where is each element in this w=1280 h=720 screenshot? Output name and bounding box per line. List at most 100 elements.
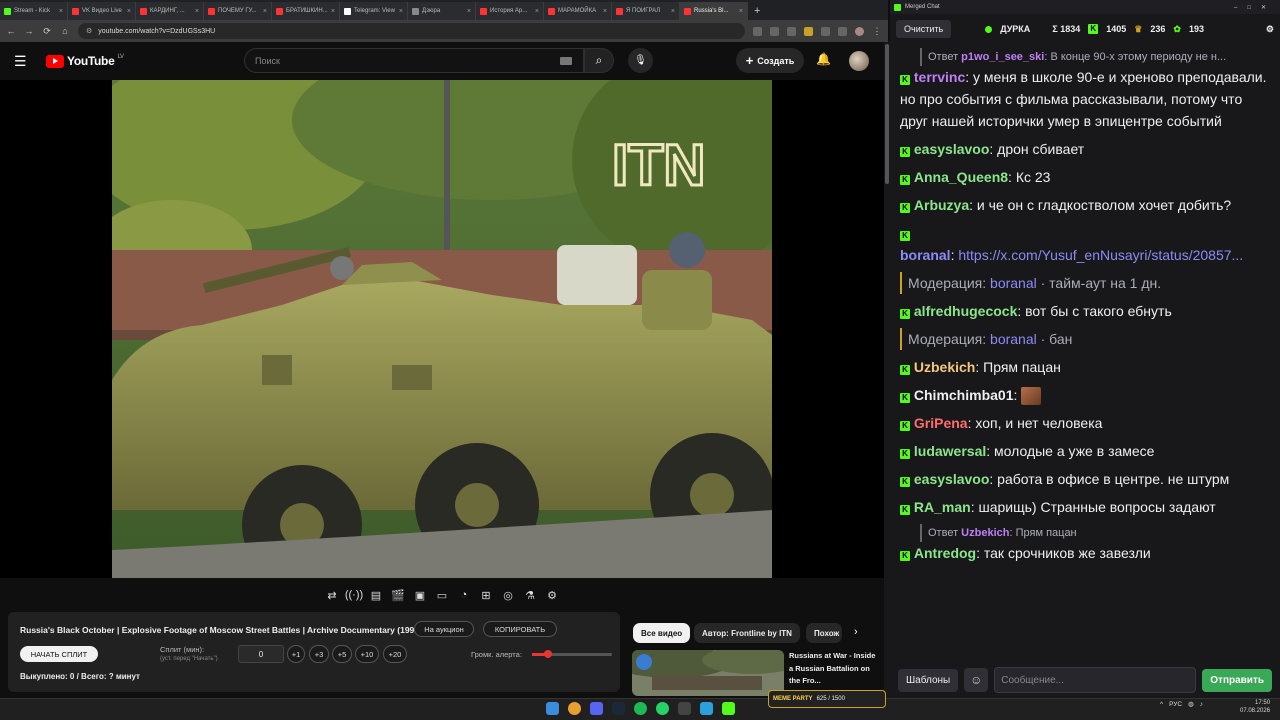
voice-search-button[interactable]: 🎙 [628, 48, 653, 73]
spotify-icon[interactable] [634, 702, 647, 715]
close-tab-icon[interactable]: × [263, 8, 267, 15]
chevron-right-icon[interactable]: › [854, 626, 858, 638]
clapper-icon[interactable]: 🎬 [390, 587, 406, 603]
chat-username[interactable]: GriPena [914, 415, 968, 431]
browser-tab[interactable]: БРАТИШКИН... × [272, 2, 340, 20]
loop-icon[interactable]: ⇄ [324, 587, 340, 603]
extension-icon[interactable] [804, 26, 813, 36]
telegram-icon[interactable] [700, 702, 713, 715]
chat-username[interactable]: ludawersal [914, 443, 986, 459]
meme-party-widget[interactable]: MEME PARTY 625 / 1500 [768, 690, 886, 708]
hamburger-menu-icon[interactable]: ☰ [14, 53, 32, 70]
language-indicator[interactable]: РУС [1169, 701, 1182, 708]
keyboard-icon[interactable] [560, 57, 572, 65]
emoji-icon[interactable]: ☺ [964, 668, 989, 692]
browser-tab[interactable]: Дзюра × [408, 2, 476, 20]
close-tab-icon[interactable]: × [59, 8, 63, 15]
pip-icon[interactable]: ▣ [412, 587, 428, 603]
browser-tab[interactable]: История Ар... × [476, 2, 544, 20]
broadcast-icon[interactable]: ((·)) [345, 587, 363, 603]
close-tab-icon[interactable]: × [671, 8, 675, 15]
chat-username[interactable]: Chimchimba01 [914, 387, 1014, 403]
chip-similar[interactable]: Похож [806, 623, 842, 643]
split-minutes-input[interactable]: 0 [238, 645, 284, 663]
profile-icon[interactable] [855, 26, 864, 36]
close-tab-icon[interactable]: × [467, 8, 471, 15]
chrome-icon[interactable] [568, 702, 581, 715]
subtitles-icon[interactable]: ▤ [368, 587, 384, 603]
kick-app-icon[interactable] [722, 702, 735, 715]
zoom-icon[interactable] [753, 26, 762, 36]
chat-username[interactable]: alfredhugecock [914, 303, 1017, 319]
increment-button-10[interactable]: +10 [355, 645, 379, 663]
close-tab-icon[interactable]: × [195, 8, 199, 15]
whatsapp-icon[interactable] [656, 702, 669, 715]
obs-icon[interactable] [678, 702, 691, 715]
close-tab-icon[interactable]: × [739, 8, 743, 15]
chat-username[interactable]: easyslavoo [914, 141, 990, 157]
discord-icon[interactable] [590, 702, 603, 715]
chat-username[interactable]: Uzbekich [914, 359, 975, 375]
clear-chat-button[interactable]: Очистить [896, 20, 952, 38]
copy-button[interactable]: КОПИРОВАТЬ [483, 621, 557, 637]
chat-username[interactable]: Antredog [914, 545, 976, 561]
browser-tab[interactable]: ПОЧЕМУ ГУ... × [204, 2, 272, 20]
scrollbar-thumb[interactable] [885, 44, 889, 184]
lab-icon[interactable]: ⚗ [522, 587, 538, 603]
window-controls[interactable]: –□✕ [1234, 4, 1276, 11]
download-icon[interactable] [838, 26, 847, 36]
youtube-logo[interactable]: YouTube LV [46, 54, 124, 68]
home-icon[interactable]: ⌂ [60, 26, 70, 36]
close-tab-icon[interactable]: × [535, 8, 539, 15]
browser-tab[interactable]: МАРАМОЙКА × [544, 2, 612, 20]
close-tab-icon[interactable]: × [399, 8, 403, 15]
chip-all-videos[interactable]: Все видео [633, 623, 691, 643]
avatar[interactable] [849, 51, 869, 71]
chat-username[interactable]: Arbuzya [914, 197, 969, 213]
related-video-thumbnail[interactable] [632, 650, 784, 696]
menu-icon[interactable]: ⋮ [872, 26, 882, 37]
chat-username[interactable]: boranal [900, 247, 951, 263]
share-icon[interactable] [770, 26, 779, 36]
moderated-username[interactable]: boranal [990, 331, 1037, 347]
chat-username[interactable]: RA_man [914, 499, 971, 515]
url-field[interactable]: ⚙ youtube.com/watch?v=DzdUGSs3HU [78, 23, 745, 39]
volume-icon[interactable]: ♪ [1200, 701, 1203, 708]
browser-tab[interactable]: VK Видео Live × [68, 2, 136, 20]
browser-tab[interactable]: Telegram: View × [340, 2, 408, 20]
templates-button[interactable]: Шаблоны [898, 668, 959, 692]
create-button[interactable]: + Создать [736, 48, 804, 73]
auction-button[interactable]: На аукцион [414, 621, 474, 637]
site-info-icon[interactable]: ⚙ [86, 27, 92, 35]
clock[interactable]: 17:50 07.08.2026 [1240, 699, 1270, 715]
message-input[interactable]: Сообщение... [994, 667, 1197, 693]
speed-icon[interactable]: ◔ [456, 587, 472, 603]
back-icon[interactable]: ← [6, 26, 16, 36]
screenshot-icon[interactable]: ◎ [500, 587, 516, 603]
increment-button-5[interactable]: +5 [332, 645, 352, 663]
reload-icon[interactable]: ⟳ [42, 26, 52, 37]
windows-start-icon[interactable] [546, 702, 559, 715]
notifications-bell-icon[interactable]: 🔔 [816, 52, 831, 66]
chat-settings-icon[interactable]: ⚙ [1266, 24, 1274, 35]
related-video-title[interactable]: Russians at War - Inside a Russian Batta… [789, 650, 881, 688]
close-tab-icon[interactable]: × [331, 8, 335, 15]
tray-overflow-icon[interactable]: ^ [1160, 701, 1163, 708]
moderated-username[interactable]: boranal [990, 275, 1037, 291]
browser-tab[interactable]: Я ПОИГРАЛ × [612, 2, 680, 20]
extensions-icon[interactable] [821, 26, 830, 36]
video-frame[interactable]: ITN [112, 80, 772, 578]
increment-button-1[interactable]: +1 [287, 645, 305, 663]
send-button[interactable]: Отправить [1202, 668, 1272, 692]
theater-icon[interactable]: ▭ [434, 587, 450, 603]
start-split-button[interactable]: НАЧАТЬ СПЛИТ [20, 646, 98, 662]
increment-button-3[interactable]: +3 [309, 645, 329, 663]
reply-username[interactable]: p1wo_i_see_ski [961, 51, 1044, 63]
new-tab-icon[interactable]: + [754, 5, 760, 17]
chat-username[interactable]: terrvinc [914, 69, 965, 85]
search-button[interactable]: ⌕ [584, 48, 614, 73]
chat-link[interactable]: https://x.com/Yusuf_enNusayri/status/208… [958, 247, 1243, 263]
close-tab-icon[interactable]: × [603, 8, 607, 15]
browser-tab[interactable]: КАРДИНГ, ... × [136, 2, 204, 20]
bookmark-icon[interactable] [787, 26, 796, 36]
